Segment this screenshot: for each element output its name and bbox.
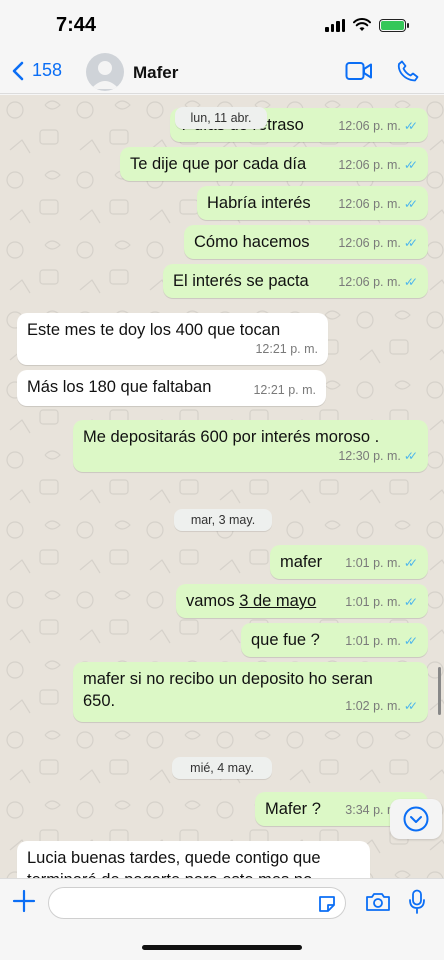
incoming-message[interactable]: Este mes te doy los 400 que tocan 12:21 …	[17, 313, 328, 365]
message-meta: 12:06 p. m. ✓✓	[338, 193, 418, 215]
message-meta: 12:21 p. m.	[253, 379, 316, 401]
message-meta: 1:01 p. m. ✓✓	[345, 630, 418, 652]
home-indicator[interactable]	[142, 945, 302, 950]
message-meta: 12:06 p. m. ✓✓	[338, 154, 418, 176]
message-time: 12:30 p. m.	[338, 449, 401, 463]
date-separator: mié, 4 may.	[172, 757, 272, 779]
message-text: Me depositarás 600 por interés moroso .	[83, 428, 380, 446]
message-text-line-1: Lucia buenas tardes, quede contigo que	[27, 849, 321, 867]
message-meta: 1:02 p. m. ✓✓	[345, 695, 418, 717]
video-call-icon[interactable]	[345, 60, 373, 82]
chat-area[interactable]: 7 días de retraso 12:06 p. m.✓✓ lun, 11 …	[0, 95, 444, 878]
scroll-indicator[interactable]	[438, 667, 441, 715]
read-receipt-icon: ✓✓	[403, 119, 418, 133]
read-receipt-icon: ✓✓	[403, 236, 418, 250]
microphone-icon[interactable]	[408, 889, 426, 915]
message-text: Mafer ?	[265, 800, 321, 818]
camera-icon[interactable]	[365, 891, 391, 913]
message-text: que fue ?	[251, 631, 320, 649]
message-meta: 12:30 p. m. ✓✓	[338, 445, 418, 467]
back-button[interactable]: 158	[12, 60, 62, 81]
outgoing-message[interactable]: Te dije que por cada día 12:06 p. m. ✓✓	[120, 147, 428, 181]
read-receipt-icon: ✓✓	[403, 158, 418, 172]
input-bar	[0, 878, 444, 960]
message-time: 12:06 p. m.	[338, 158, 401, 172]
read-receipt-icon: ✓✓	[403, 634, 418, 648]
message-text-line-1: mafer si no recibo un deposito ho seran	[83, 670, 373, 688]
message-meta: 1:01 p. m. ✓✓	[345, 552, 418, 574]
unread-count: 158	[32, 60, 63, 80]
message-text: Te dije que por cada día	[130, 155, 307, 173]
message-text: Habría interés	[207, 194, 311, 212]
status-time: 7:44	[56, 14, 97, 36]
wifi-icon	[353, 18, 371, 31]
date-separator: mar, 3 may.	[174, 509, 272, 531]
message-meta: 12:06 p. m. ✓✓	[338, 271, 418, 293]
battery-charging-icon	[379, 18, 409, 32]
message-time: 1:01 p. m.	[345, 595, 401, 609]
message-text: vamos	[186, 592, 240, 610]
scroll-to-bottom-button[interactable]	[390, 799, 442, 839]
message-time: 12:21 p. m.	[253, 383, 316, 397]
message-time: 12:06 p. m.	[338, 275, 401, 289]
incoming-message[interactable]: Más los 180 que faltaban 12:21 p. m.	[17, 370, 326, 406]
sticker-icon[interactable]	[317, 894, 337, 914]
outgoing-message[interactable]: que fue ? 1:01 p. m. ✓✓	[241, 623, 428, 657]
message-time: 12:06 p. m.	[338, 197, 401, 211]
outgoing-message[interactable]: mafer si no recibo un deposito ho seran …	[73, 662, 428, 722]
cellular-signal-icon	[325, 18, 345, 32]
message-meta: 12:06 p. m. ✓✓	[338, 115, 418, 137]
date-link[interactable]: 3 de mayo	[239, 592, 316, 610]
chevron-down-circle-icon	[403, 806, 429, 832]
outgoing-message[interactable]: Habría interés 12:06 p. m. ✓✓	[197, 186, 428, 220]
outgoing-message[interactable]: Me depositarás 600 por interés moroso . …	[73, 420, 428, 472]
date-separator: lun, 11 abr.	[175, 107, 267, 129]
read-receipt-icon: ✓✓	[403, 275, 418, 289]
incoming-message[interactable]: Lucia buenas tardes, quede contigo que t…	[17, 841, 370, 878]
read-receipt-icon: ✓✓	[403, 595, 418, 609]
message-time: 1:01 p. m.	[345, 556, 401, 570]
read-receipt-icon: ✓✓	[403, 449, 418, 463]
plus-icon[interactable]	[12, 889, 36, 913]
message-text: Este mes te doy los 400 que tocan	[27, 321, 281, 339]
message-text: El interés se pacta	[173, 272, 309, 290]
message-text: Cómo hacemos	[194, 233, 310, 251]
message-meta: 12:06 p. m. ✓✓	[338, 232, 418, 254]
message-time: 12:06 p. m.	[338, 119, 401, 133]
contact-name[interactable]: Mafer	[133, 63, 178, 83]
outgoing-message[interactable]: El interés se pacta 12:06 p. m. ✓✓	[163, 264, 428, 298]
read-receipt-icon: ✓✓	[403, 197, 418, 211]
phone-icon[interactable]	[397, 60, 419, 82]
message-time: 12:21 p. m.	[255, 342, 318, 356]
message-time: 12:06 p. m.	[338, 236, 401, 250]
message-text: mafer	[280, 553, 323, 571]
message-input[interactable]	[48, 887, 346, 919]
outgoing-message[interactable]: Cómo hacemos 12:06 p. m. ✓✓	[184, 225, 428, 259]
outgoing-message[interactable]: mafer 1:01 p. m. ✓✓	[270, 545, 428, 579]
default-avatar-icon	[91, 61, 119, 89]
message-time: 1:02 p. m.	[345, 699, 401, 713]
message-time: 1:01 p. m.	[345, 634, 401, 648]
message-meta: 12:21 p. m.	[255, 338, 318, 360]
read-receipt-icon: ✓✓	[403, 699, 418, 713]
message-text: Más los 180 que faltaban	[27, 378, 212, 396]
status-icons	[325, 18, 409, 32]
avatar[interactable]	[86, 53, 124, 91]
chevron-left-icon	[12, 61, 24, 80]
message-meta: 1:01 p. m. ✓✓	[345, 591, 418, 613]
read-receipt-icon: ✓✓	[403, 556, 418, 570]
outgoing-message[interactable]: vamos 3 de mayo 1:01 p. m. ✓✓	[176, 584, 428, 618]
message-text-line-2: terminaré de pagarte para este mes no	[27, 869, 360, 878]
status-bar: 7:44	[0, 0, 444, 50]
chat-header: 158 Mafer	[0, 50, 444, 94]
